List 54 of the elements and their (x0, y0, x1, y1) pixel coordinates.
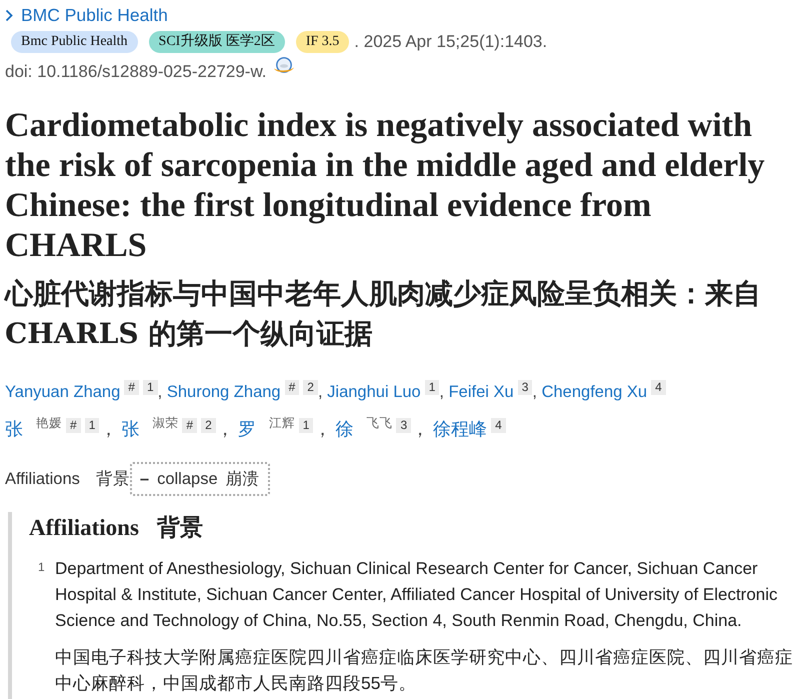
given-name-text: 艳媛 (36, 416, 62, 430)
author-link[interactable]: 徐程峰 (433, 419, 488, 439)
collapse-button[interactable]: – collapse 崩溃 (130, 462, 270, 496)
author-separator: , (318, 383, 324, 401)
planet-icon[interactable] (272, 57, 294, 75)
given-name-text: 江辉 (268, 416, 295, 430)
footnote-mark[interactable]: 1 (298, 418, 314, 433)
affiliation-text: Department of Anesthesiology, Sichuan Clinical Research Center for Cancer, Sichuan Cancer Hospital & Institute, Sichuan Cancer Center, Affiliated Cancer Hospital of University of Electronic Science and Technology of China, No.55, Section 4, South Renmin Road, Chengdu, China. (55, 558, 779, 632)
author-link[interactable]: Shurong Zhang (166, 383, 281, 401)
author-separator: ， (99, 419, 118, 439)
journal-link[interactable]: BMC Public Health (21, 4, 168, 26)
author-separator: ， (313, 419, 332, 439)
affiliations-heading: Affiliations (29, 514, 139, 542)
author-separator: , (439, 383, 446, 401)
affiliations-heading-translation: 背景 (156, 514, 203, 542)
footnote-mark[interactable]: 4 (651, 380, 666, 395)
author-separator: , (532, 383, 538, 401)
author-link[interactable]: 张 (5, 419, 23, 439)
article-title-translation: 心脏代谢指标与中国中老年人肌肉减少症风险呈负相关：来自CHARLS 的第一个纵向证据 (5, 276, 762, 352)
journal-badge: SCI升级版 医学2区 (148, 31, 285, 53)
author-link[interactable]: Chengfeng Xu (542, 383, 648, 401)
author-link[interactable]: 徐 (335, 419, 354, 439)
author-separator: , (158, 383, 164, 401)
given-name-text: 飞飞 (366, 416, 392, 430)
footnote-mark[interactable]: # (124, 380, 139, 395)
doi-text: doi: 10.1186/s12889-025-22729-w. (5, 61, 266, 83)
footnote-mark[interactable]: # (284, 380, 300, 395)
footnote-mark[interactable]: 2 (201, 418, 216, 433)
affiliation-text-translation: 中国电子科技大学附属癌症医院四川省癌症临床医学研究中心、四川省癌症医院、四川省癌症中心麻醉科，中国成都市人民南路四段55号。 (55, 646, 794, 695)
footnote-mark[interactable]: 2 (303, 380, 318, 395)
footnote-mark[interactable]: # (182, 418, 198, 433)
author-link[interactable]: Feifei Xu (448, 383, 514, 401)
author-link[interactable]: 张 (121, 419, 140, 439)
author-link[interactable]: Jianghui Luo (327, 383, 421, 401)
chevron-icon[interactable] (5, 8, 13, 22)
citation-text: . 2025 Apr 15;25(1):1403. (354, 32, 548, 52)
footnote-mark[interactable]: # (66, 418, 81, 433)
journal-badge: IF 3.5 (296, 31, 350, 53)
footnote-mark[interactable]: 4 (491, 418, 506, 433)
affiliations-label-translation: 背景 (96, 469, 130, 490)
given-name-text: 淑荣 (152, 416, 178, 430)
footnote-mark[interactable]: 1 (424, 380, 440, 395)
journal-badge: Bmc Public Health (11, 31, 138, 53)
footnote-mark[interactable]: 3 (396, 418, 412, 433)
footnote-mark[interactable]: 3 (518, 380, 532, 395)
article-title: Cardiometabolic index is negatively associated with the risk of sarcopenia in the middle aged and elderly Chinese: the first longitudinal evidence from CHARLS (5, 106, 766, 266)
footnote-mark[interactable]: 1 (142, 380, 158, 395)
affiliation-number: 1 (37, 559, 46, 576)
author-separator: ， (216, 419, 234, 439)
author-separator: ， (411, 419, 430, 439)
affiliations-label: Affiliations (5, 470, 80, 488)
author-link[interactable]: Yanyuan Zhang (5, 383, 120, 401)
footnote-mark[interactable]: 1 (84, 418, 100, 433)
author-link[interactable]: 罗 (238, 419, 256, 439)
